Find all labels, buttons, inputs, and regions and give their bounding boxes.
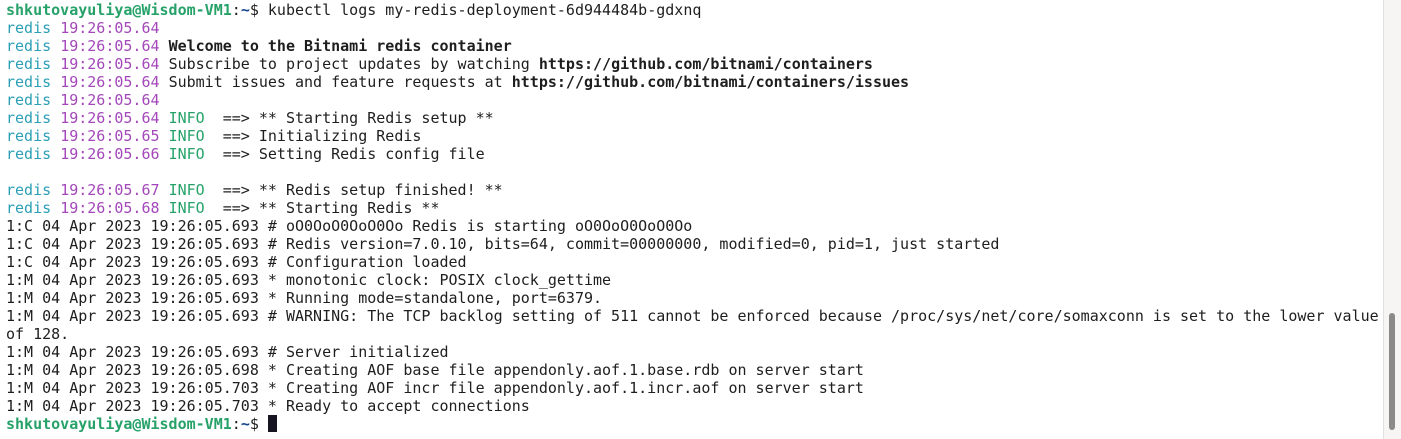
log-line: redis 19:26:05.68 INFO ==> ** Starting R… [6, 199, 1379, 217]
log-timestamp: 19:26:05.64 [60, 55, 160, 73]
prompt-user-host: shkutovayuliya@Wisdom-VM1 [6, 1, 232, 19]
log-program: redis [6, 37, 52, 55]
log-message: ==> Setting Redis config file [213, 145, 485, 163]
prompt-path: ~ [240, 1, 250, 19]
log-line: of 128. [6, 325, 70, 343]
log-line: redis 19:26:05.64 [6, 19, 1379, 37]
prompt-separator: : [231, 415, 241, 433]
vertical-scrollbar[interactable] [1383, 0, 1401, 439]
log-program: redis [6, 91, 52, 109]
log-message: Subscribe to project updates by watching [168, 55, 539, 73]
prompt-line[interactable]: shkutovayuliya@Wisdom-VM1:~$ [6, 415, 1379, 433]
log-line: redis 19:26:05.65 INFO ==> Initializing … [6, 127, 1379, 145]
log-line: redis 19:26:05.66 INFO ==> Setting Redis… [6, 145, 1379, 163]
log-program: redis [6, 199, 52, 217]
log-line: 1:C 04 Apr 2023 19:26:05.693 # oO0OoO0Oo… [6, 217, 693, 235]
log-message: ==> Initializing Redis [213, 127, 422, 145]
log-line: 1:C 04 Apr 2023 19:26:05.693 # Configura… [6, 253, 467, 271]
log-line: 1:M 04 Apr 2023 19:26:05.693 * monotonic… [6, 271, 612, 289]
log-line: redis 19:26:05.64 INFO ==> ** Starting R… [6, 109, 1379, 127]
log-level: INFO [168, 199, 214, 217]
log-timestamp: 19:26:05.64 [60, 109, 160, 127]
log-timestamp: 19:26:05.64 [60, 37, 160, 55]
command-line: shkutovayuliya@Wisdom-VM1:~$ kubectl log… [6, 1, 1379, 19]
log-message-bold: https://github.com/bitnami/containers/is… [511, 73, 910, 91]
log-line: redis 19:26:05.64 [6, 91, 1379, 109]
log-line: redis 19:26:05.64 Welcome to the Bitnami… [6, 37, 1379, 55]
log-timestamp: 19:26:05.64 [60, 91, 160, 109]
log-level: INFO [168, 127, 214, 145]
terminal-window[interactable]: shkutovayuliya@Wisdom-VM1:~$ kubectl log… [0, 0, 1384, 439]
log-message-bold: https://github.com/bitnami/containers [538, 55, 873, 73]
log-line: 1:M 04 Apr 2023 19:26:05.693 # Server in… [6, 343, 449, 361]
log-timestamp: 19:26:05.68 [60, 199, 160, 217]
log-line: 1:C 04 Apr 2023 19:26:05.693 # Redis ver… [6, 235, 1000, 253]
log-program: redis [6, 73, 52, 91]
prompt-symbol: $ [249, 1, 259, 19]
log-line: redis 19:26:05.67 INFO ==> ** Redis setu… [6, 181, 1379, 199]
command-text: kubectl logs my-redis-deployment-6d94448… [258, 1, 702, 19]
redis-log-block: 1:C 04 Apr 2023 19:26:05.693 # oO0OoO0Oo… [6, 217, 1379, 415]
log-timestamp: 19:26:05.66 [60, 145, 160, 163]
log-line: 1:M 04 Apr 2023 19:26:05.703 * Ready to … [6, 397, 530, 415]
text-cursor [267, 415, 277, 432]
log-program: redis [6, 109, 52, 127]
prompt-separator: : [231, 1, 241, 19]
terminal-output: shkutovayuliya@Wisdom-VM1:~$ kubectl log… [6, 1, 1379, 433]
log-timestamp: 19:26:05.64 [60, 19, 160, 37]
log-message: ==> ** Starting Redis ** [213, 199, 440, 217]
log-level: INFO [168, 181, 214, 199]
log-program: redis [6, 127, 52, 145]
log-line: redis 19:26:05.64 Subscribe to project u… [6, 55, 1379, 73]
log-program: redis [6, 145, 52, 163]
log-program: redis [6, 19, 52, 37]
log-line: 1:M 04 Apr 2023 19:26:05.703 * Creating … [6, 379, 864, 397]
log-timestamp: 19:26:05.67 [60, 181, 160, 199]
log-program: redis [6, 181, 52, 199]
log-program: redis [6, 55, 52, 73]
scrollbar-thumb[interactable] [1389, 313, 1395, 430]
log-message: ==> ** Starting Redis setup ** [213, 109, 494, 127]
log-level: INFO [168, 145, 214, 163]
app-log-block: redis 19:26:05.64 redis 19:26:05.64 Welc… [6, 19, 1379, 217]
prompt-user-host: shkutovayuliya@Wisdom-VM1 [6, 415, 232, 433]
log-level: INFO [168, 109, 214, 127]
log-line: 1:M 04 Apr 2023 19:26:05.693 * Running m… [6, 289, 603, 307]
log-line: 1:M 04 Apr 2023 19:26:05.693 # WARNING: … [6, 307, 1379, 325]
prompt-symbol: $ [249, 415, 259, 433]
log-line: redis 19:26:05.64 Submit issues and feat… [6, 73, 1379, 91]
log-message: ==> ** Redis setup finished! ** [213, 181, 503, 199]
log-timestamp: 19:26:05.64 [60, 73, 160, 91]
prompt-path: ~ [240, 415, 250, 433]
log-timestamp: 19:26:05.65 [60, 127, 160, 145]
log-line: 1:M 04 Apr 2023 19:26:05.698 * Creating … [6, 361, 864, 379]
log-message-bold: Welcome to the Bitnami redis container [168, 37, 512, 55]
log-message: Submit issues and feature requests at [168, 73, 512, 91]
